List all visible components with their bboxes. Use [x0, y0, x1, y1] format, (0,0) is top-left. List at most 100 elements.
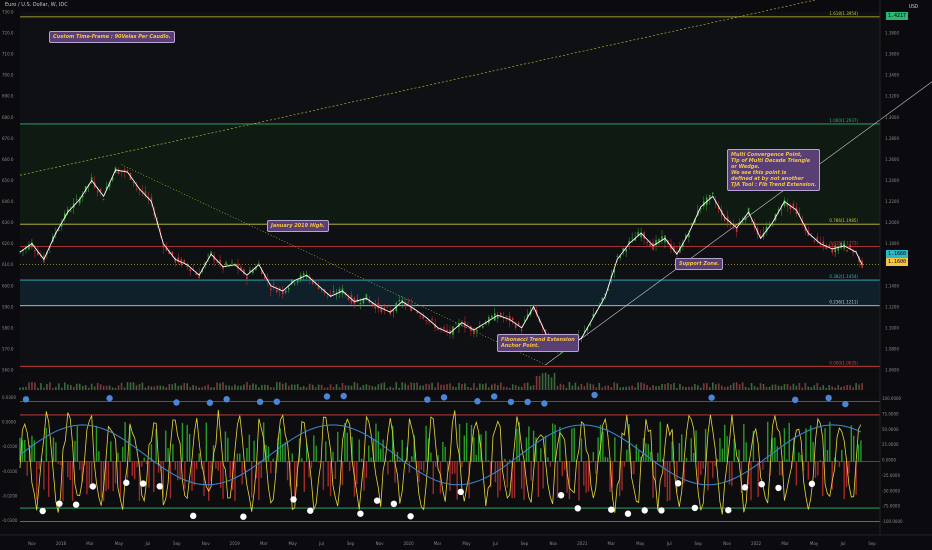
volume-bar — [419, 385, 421, 390]
osc-bar — [145, 461, 148, 465]
osc-dot — [407, 513, 414, 520]
osc-bar — [79, 461, 81, 470]
candle-body — [270, 288, 272, 290]
osc-bar — [645, 443, 647, 462]
osc-bar — [188, 433, 191, 462]
osc-bar — [506, 461, 509, 488]
volume-bar — [365, 384, 368, 390]
candle-body — [676, 251, 678, 253]
volume-bar — [210, 387, 212, 390]
osc-bar — [509, 459, 511, 462]
note-custom-timeframe[interactable]: Custom Time-Frame : 90Velas Per Caudlo. — [49, 31, 175, 43]
osc-bar — [786, 459, 788, 462]
osc-bar — [556, 461, 559, 499]
volume-bar — [831, 386, 834, 390]
volume-bar — [389, 386, 392, 390]
osc-bar — [681, 434, 683, 462]
osc-bar — [821, 461, 824, 497]
volume-bar — [90, 383, 93, 390]
osc-bar — [743, 423, 745, 462]
x-tick-0: Nov — [28, 541, 36, 546]
volume-bar — [735, 382, 738, 390]
x-tick-16: Jul — [492, 541, 498, 546]
volume-bar — [320, 384, 323, 390]
osc-bar — [143, 457, 145, 462]
volume-bar — [138, 384, 141, 390]
volume-bar — [344, 385, 347, 390]
volume-bar — [25, 386, 27, 390]
candle-body — [485, 323, 487, 325]
volume-bar — [601, 387, 604, 390]
volume-bar — [741, 382, 744, 390]
volume-bar — [834, 387, 837, 390]
volume-bar — [511, 384, 514, 390]
osc-bar — [205, 422, 208, 462]
volume-bar — [380, 383, 383, 390]
osc-dot — [457, 488, 464, 496]
volume-bar — [55, 386, 57, 390]
volume-bar — [273, 387, 275, 390]
osc-bar — [724, 424, 726, 462]
candle-body — [691, 223, 693, 225]
osc-dot — [39, 507, 46, 515]
right-tick-1: 1.3800 — [885, 31, 899, 36]
volume-bar — [559, 383, 562, 390]
left-tick-13: 600.0 — [2, 283, 14, 288]
osc-bar — [767, 421, 769, 462]
volume-bar — [825, 387, 828, 390]
volume-bar — [640, 382, 642, 390]
volume-bar — [837, 384, 839, 390]
volume-bar — [583, 386, 586, 390]
candle-body — [741, 221, 744, 223]
osc-bar — [131, 461, 133, 476]
candle-body — [177, 257, 180, 263]
volume-bar — [249, 384, 251, 390]
osc-bar — [236, 453, 239, 462]
candle-body — [711, 192, 714, 195]
volume-bar — [505, 387, 508, 390]
candle-body — [96, 191, 99, 193]
candle-body — [491, 315, 493, 318]
volume-bar — [852, 387, 854, 390]
note-january-2019-high[interactable]: January 2019 High. — [267, 220, 329, 232]
note-support-zone[interactable]: Support Zone. — [675, 258, 724, 270]
volume-bar — [679, 383, 681, 390]
osc-dot — [139, 480, 147, 487]
volume-bar — [153, 386, 156, 390]
volume-bar — [446, 384, 448, 390]
fib-band-cyan — [20, 280, 880, 306]
volume-bar — [649, 387, 651, 390]
osc-dot — [206, 399, 214, 406]
osc-bar — [497, 461, 499, 498]
note-fib-anchor[interactable]: Fibonacci Trend Extension Anchor Point. — [497, 334, 579, 352]
osc-bar — [270, 461, 272, 474]
volume-bar — [708, 387, 711, 390]
osc-bar — [215, 461, 217, 469]
right-tick-14: 1.1200 — [885, 304, 899, 309]
volume-bar — [532, 385, 535, 390]
candle-body — [816, 236, 819, 240]
osc-bar — [251, 461, 253, 498]
osc-bar — [513, 461, 516, 499]
x-tick-4: Jul — [144, 541, 150, 546]
osc-bar — [43, 461, 45, 490]
osc-bar — [365, 461, 368, 478]
right-tick-11: 1.1800 — [885, 241, 899, 246]
volume-bar — [697, 385, 699, 390]
volume-bar — [43, 387, 45, 390]
volume-bar — [189, 387, 192, 390]
osc-bar — [700, 461, 702, 475]
osc-bar — [248, 434, 251, 462]
note-multi-convergence[interactable]: Multi Convergence Point, Tip of Multi De… — [727, 149, 821, 191]
osc-bar — [334, 461, 337, 479]
volume-bar — [849, 385, 851, 390]
volume-bar — [496, 385, 499, 390]
osc-bar — [826, 450, 829, 462]
osc-bar — [339, 459, 341, 462]
candle-body — [377, 303, 380, 309]
osc-dot — [658, 507, 665, 514]
osc-dot — [725, 506, 732, 514]
osc-bar — [659, 421, 661, 462]
candle-body — [822, 241, 825, 245]
left-tick-9: 640.0 — [2, 199, 14, 204]
